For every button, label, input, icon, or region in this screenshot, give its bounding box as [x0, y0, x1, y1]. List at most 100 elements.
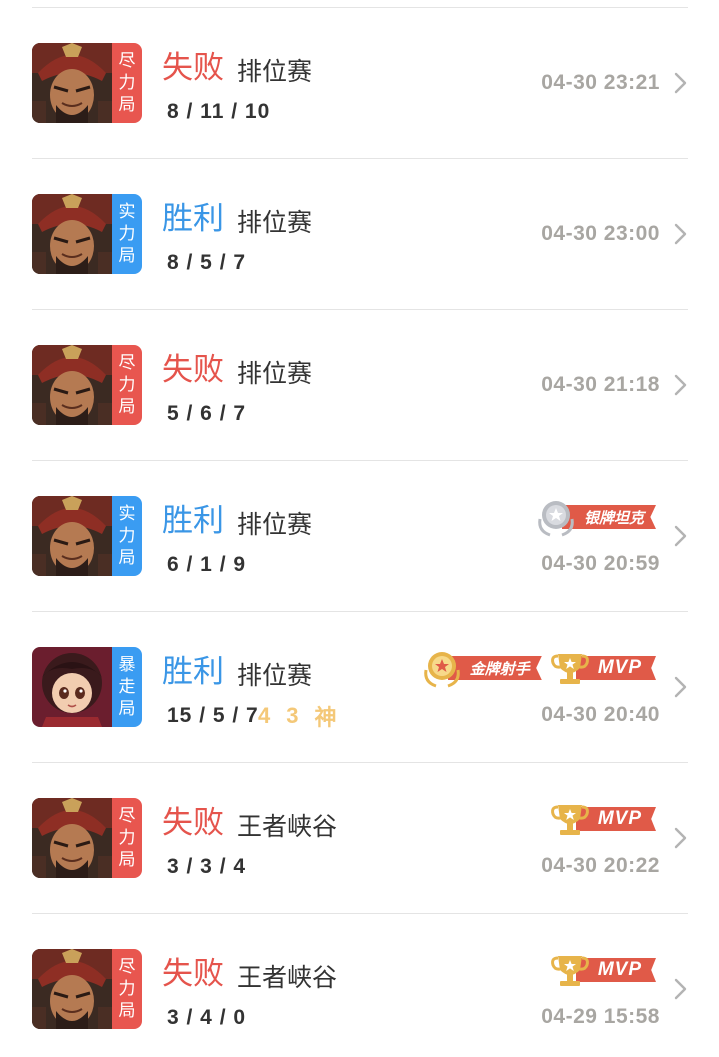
performance-tag: 暴走局	[112, 647, 142, 727]
kda-score: 6 / 1 / 9	[167, 553, 247, 576]
performance-tag: 尽力局	[112, 43, 142, 123]
match-history-list: 尽力局失败 排位赛 8 / 11 / 10 04-30 23:21 实力局胜利 排位赛 8 …	[0, 0, 719, 1057]
performance-tag-char: 局	[118, 1001, 136, 1021]
performance-tag-char: 实	[118, 202, 136, 222]
chevron-right-icon[interactable]	[674, 676, 688, 698]
hero-avatar: 尽力局	[32, 949, 142, 1029]
performance-tag-char: 尽	[118, 806, 136, 826]
achievement-badges: MVP	[550, 948, 656, 992]
chevron-right-icon[interactable]	[674, 223, 688, 245]
game-mode: 王者峡谷	[237, 812, 338, 841]
performance-tag-char: 局	[118, 850, 136, 870]
performance-tag: 尽力局	[112, 345, 142, 425]
hero-avatar: 实力局	[32, 496, 142, 576]
chevron-right-icon[interactable]	[674, 374, 688, 396]
performance-tag-char: 力	[118, 73, 136, 93]
performance-tag-char: 尽	[118, 957, 136, 977]
performance-tag-char: 局	[118, 95, 136, 115]
hero-avatar: 尽力局	[32, 43, 142, 123]
mvp-trophy-icon	[550, 654, 589, 684]
match-time: 04-29 15:58	[541, 1005, 660, 1028]
match-row[interactable]: 尽力局失败 王者峡谷 3 / 3 / 4 MVP 04-30 20:22	[0, 763, 719, 913]
performance-tag: 实力局	[112, 194, 142, 274]
match-time: 04-30 20:59	[541, 552, 660, 575]
mvp-trophy-badge: MVP	[550, 797, 656, 841]
performance-tag-char: 局	[118, 246, 136, 266]
match-row[interactable]: 尽力局失败 排位赛 5 / 6 / 7 04-30 21:18	[0, 310, 719, 460]
kda-score: 3 / 3 / 4	[167, 855, 247, 878]
performance-tag-char: 局	[118, 699, 136, 719]
performance-tag-char: 力	[118, 979, 136, 999]
performance-tag-char: 力	[118, 526, 136, 546]
hero-avatar: 尽力局	[32, 798, 142, 878]
silver-medal-icon	[538, 501, 574, 537]
game-mode: 王者峡谷	[237, 963, 338, 992]
mvp-trophy-badge: MVP	[550, 646, 656, 690]
warrior-hero-avatar	[32, 43, 112, 123]
chevron-right-icon[interactable]	[674, 827, 688, 849]
kill-streak-badge: 神	[314, 705, 337, 730]
performance-tag-char: 局	[118, 548, 136, 568]
warrior-hero-avatar	[32, 798, 112, 878]
kda-score: 8 / 11 / 10	[167, 100, 271, 123]
match-result: 失败	[162, 352, 224, 388]
performance-tag-char: 实	[118, 504, 136, 524]
badge-label: 金牌射手	[447, 656, 542, 680]
mvp-trophy-badge: MVP	[550, 948, 656, 992]
match-result: 失败	[162, 50, 224, 86]
chevron-right-icon[interactable]	[674, 978, 688, 1000]
match-result: 失败	[162, 956, 224, 992]
match-result: 胜利	[162, 654, 224, 690]
game-mode: 排位赛	[237, 359, 313, 388]
performance-tag-char: 力	[118, 828, 136, 848]
kill-streak-badge: 4	[258, 703, 271, 728]
game-mode: 排位赛	[237, 661, 313, 690]
match-row[interactable]: 实力局胜利 排位赛 6 / 1 / 9 银牌坦克 04-30 20:59	[0, 461, 719, 611]
chevron-right-icon[interactable]	[674, 72, 688, 94]
gold-medal-badge: 金牌射手	[422, 646, 542, 690]
mvp-trophy-icon	[550, 805, 589, 835]
game-mode: 排位赛	[237, 57, 313, 86]
kda-score: 15 / 5 / 7	[167, 704, 259, 727]
match-time: 04-30 20:22	[541, 854, 660, 877]
warrior-hero-avatar	[32, 345, 112, 425]
performance-tag-char: 暴	[118, 655, 136, 675]
archer-girl-hero-avatar	[32, 647, 112, 727]
performance-tag-char: 走	[118, 677, 136, 697]
match-time: 04-30 23:21	[541, 71, 660, 94]
performance-tag: 实力局	[112, 496, 142, 576]
warrior-hero-avatar	[32, 496, 112, 576]
chevron-right-icon[interactable]	[674, 525, 688, 547]
kill-streak-badge: 3	[286, 703, 299, 728]
match-result: 失败	[162, 805, 224, 841]
match-result: 胜利	[162, 201, 224, 237]
match-time: 04-30 21:18	[541, 373, 660, 396]
match-row[interactable]: 尽力局失败 排位赛 8 / 11 / 10 04-30 23:21	[0, 8, 719, 158]
achievement-badges: MVP	[550, 797, 656, 841]
kda-score: 3 / 4 / 0	[167, 1006, 247, 1029]
kda-score: 5 / 6 / 7	[167, 402, 247, 425]
achievement-badges: 金牌射手 MVP	[422, 646, 656, 690]
match-row[interactable]: 尽力局失败 王者峡谷 3 / 4 / 0 MVP 04-29 15:58	[0, 914, 719, 1057]
gold-medal-icon	[424, 652, 460, 688]
performance-tag-char: 力	[118, 224, 136, 244]
badge-label: 银牌坦克	[561, 505, 656, 529]
warrior-hero-avatar	[32, 194, 112, 274]
performance-tag-char: 尽	[118, 51, 136, 71]
performance-tag: 尽力局	[112, 798, 142, 878]
kda-score: 8 / 5 / 7	[167, 251, 247, 274]
game-mode: 排位赛	[237, 510, 313, 539]
game-mode: 排位赛	[237, 208, 313, 237]
silver-medal-badge: 银牌坦克	[536, 495, 656, 539]
performance-tag-char: 尽	[118, 353, 136, 373]
achievement-badges: 银牌坦克	[536, 495, 656, 539]
performance-tag-char: 局	[118, 397, 136, 417]
hero-avatar: 尽力局	[32, 345, 142, 425]
warrior-hero-avatar	[32, 949, 112, 1029]
match-time: 04-30 23:00	[541, 222, 660, 245]
match-row[interactable]: 暴走局胜利 排位赛 15 / 5 / 7 4 3 神金牌射手 MVP 04-30 20:40	[0, 612, 719, 762]
performance-tag: 尽力局	[112, 949, 142, 1029]
match-row[interactable]: 实力局胜利 排位赛 8 / 5 / 7 04-30 23:00	[0, 159, 719, 309]
kill-streak-badges: 43神	[258, 702, 337, 730]
hero-avatar: 暴走局	[32, 647, 142, 727]
